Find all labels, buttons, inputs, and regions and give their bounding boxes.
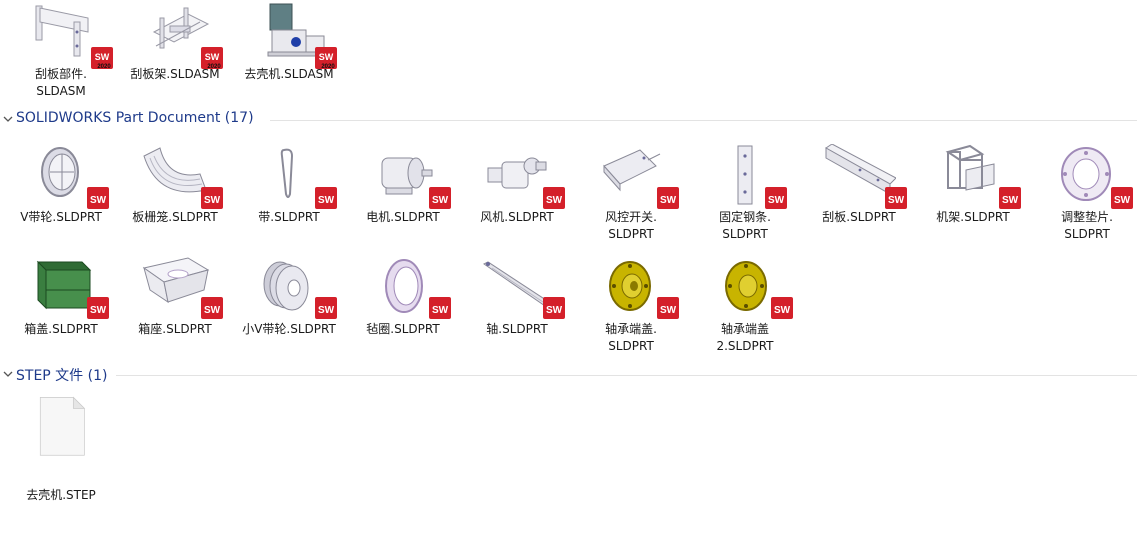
solidworks-badge-icon: SW xyxy=(770,296,794,320)
file-name: 刮板.SLDPRT xyxy=(822,210,896,224)
file-item-scraper-assembly[interactable]: SW 2020 刮板部件. SLDASM xyxy=(6,2,116,102)
file-item-bearing-cap-2[interactable]: SW 轴承端盖 2.SLDPRT xyxy=(690,256,800,356)
svg-text:SW: SW xyxy=(1114,195,1131,206)
solidworks-badge-icon: SW xyxy=(764,186,788,210)
file-name: 风机.SLDPRT xyxy=(480,210,554,224)
file-item-small-v-pulley[interactable]: SW 小V带轮.SLDPRT xyxy=(234,256,344,346)
file-item-scraper-frame-assembly[interactable]: SW 2020 刮板架.SLDASM xyxy=(120,2,230,86)
file-name: 调整垫片. SLDPRT xyxy=(1061,210,1113,241)
solidworks-badge-icon: SW xyxy=(884,186,908,210)
svg-text:SW: SW xyxy=(90,305,107,316)
generic-file-icon xyxy=(26,396,100,486)
file-item-box-cover[interactable]: SW 箱盖.SLDPRT xyxy=(6,256,116,346)
group-header-step[interactable]: STEP 文件 (1) xyxy=(0,365,1137,387)
file-name: 刮板部件. SLDASM xyxy=(35,67,87,98)
file-name: 毡圈.SLDPRT xyxy=(366,322,440,336)
file-item-frame[interactable]: SW 机架.SLDPRT xyxy=(918,144,1028,234)
file-item-box-base[interactable]: SW 箱座.SLDPRT xyxy=(120,256,230,346)
svg-text:SW: SW xyxy=(90,195,107,206)
file-item-felt-ring[interactable]: SW 毡圈.SLDPRT xyxy=(348,256,458,346)
file-name: 小V带轮.SLDPRT xyxy=(242,322,336,336)
svg-text:SW: SW xyxy=(204,195,221,206)
file-name: 风控开关. SLDPRT xyxy=(605,210,657,241)
file-name: 轴.SLDPRT xyxy=(486,322,548,336)
file-name: V带轮.SLDPRT xyxy=(20,210,102,224)
solidworks-badge-icon: SW xyxy=(656,186,680,210)
chevron-down-icon[interactable] xyxy=(2,113,14,125)
solidworks-badge-icon: SW xyxy=(656,296,680,320)
svg-text:SW: SW xyxy=(546,195,563,206)
file-item-grate-cage[interactable]: SW 板栅笼.SLDPRT xyxy=(120,144,230,234)
file-name: 板栅笼.SLDPRT xyxy=(132,210,218,224)
solidworks-badge-icon: SW xyxy=(314,296,338,320)
solidworks-badge-icon: SW xyxy=(428,186,452,210)
svg-text:SW: SW xyxy=(888,195,905,206)
file-item-fan[interactable]: SW 风机.SLDPRT xyxy=(462,144,572,234)
file-item-air-switch[interactable]: SW 风控开关. SLDPRT xyxy=(576,144,686,244)
file-name: 去壳机.SLDASM xyxy=(244,67,334,81)
solidworks-badge-icon: SW xyxy=(200,296,224,320)
solidworks-badge-icon: SW xyxy=(1110,186,1134,210)
svg-text:SW: SW xyxy=(95,52,110,62)
file-item-motor[interactable]: SW 电机.SLDPRT xyxy=(348,144,458,234)
file-item-bearing-cap[interactable]: SW 轴承端盖. SLDPRT xyxy=(576,256,686,356)
solidworks-badge-icon: SW xyxy=(428,296,452,320)
solidworks-badge-icon: SW xyxy=(200,186,224,210)
file-name: 电机.SLDPRT xyxy=(366,210,440,224)
svg-text:SW: SW xyxy=(318,305,335,316)
chevron-down-icon[interactable] xyxy=(2,368,14,380)
svg-text:SW: SW xyxy=(774,305,791,316)
file-name: 机架.SLDPRT xyxy=(936,210,1010,224)
solidworks-badge-icon: SW xyxy=(86,296,110,320)
file-item-belt[interactable]: SW 带.SLDPRT xyxy=(234,144,344,234)
svg-text:SW: SW xyxy=(546,305,563,316)
group-title: STEP 文件 (1) xyxy=(16,368,108,384)
svg-text:SW: SW xyxy=(204,305,221,316)
file-name: 轴承端盖 2.SLDPRT xyxy=(716,322,774,353)
file-name: 箱座.SLDPRT xyxy=(138,322,212,336)
svg-text:SW: SW xyxy=(432,305,449,316)
file-item-shaft[interactable]: SW 轴.SLDPRT xyxy=(462,256,572,346)
svg-text:SW: SW xyxy=(660,305,677,316)
group-divider xyxy=(116,375,1137,376)
svg-text:SW: SW xyxy=(319,52,334,62)
group-header-parts[interactable]: SOLIDWORKS Part Document (17) xyxy=(0,110,1137,132)
file-item-step[interactable]: 去壳机.STEP xyxy=(6,396,116,506)
file-name: 轴承端盖. SLDPRT xyxy=(605,322,657,353)
solidworks-badge-icon: SW xyxy=(542,186,566,210)
file-name: 刮板架.SLDASM xyxy=(130,67,220,81)
svg-text:SW: SW xyxy=(432,195,449,206)
file-item-steel-bar[interactable]: SW 固定钢条. SLDPRT xyxy=(690,144,800,244)
file-name: 去壳机.STEP xyxy=(26,488,96,502)
group-title: SOLIDWORKS Part Document (17) xyxy=(16,110,254,126)
svg-text:SW: SW xyxy=(768,195,785,206)
file-name: 固定钢条. SLDPRT xyxy=(719,210,771,241)
file-name: 箱盖.SLDPRT xyxy=(24,322,98,336)
solidworks-badge-icon: SW xyxy=(542,296,566,320)
file-item-sheller-assembly[interactable]: SW 2020 去壳机.SLDASM xyxy=(234,2,344,86)
svg-text:SW: SW xyxy=(1002,195,1019,206)
solidworks-badge-icon: SW xyxy=(86,186,110,210)
svg-text:SW: SW xyxy=(205,52,220,62)
file-item-v-pulley[interactable]: SW V带轮.SLDPRT xyxy=(6,144,116,234)
group-divider xyxy=(270,120,1137,121)
file-item-shim[interactable]: SW 调整垫片. SLDPRT xyxy=(1032,144,1137,244)
solidworks-badge-icon: SW xyxy=(998,186,1022,210)
svg-text:SW: SW xyxy=(660,195,677,206)
file-name: 带.SLDPRT xyxy=(258,210,320,224)
solidworks-badge-icon: SW xyxy=(314,186,338,210)
svg-text:SW: SW xyxy=(318,195,335,206)
file-item-scraper-plate[interactable]: SW 刮板.SLDPRT xyxy=(804,144,914,234)
